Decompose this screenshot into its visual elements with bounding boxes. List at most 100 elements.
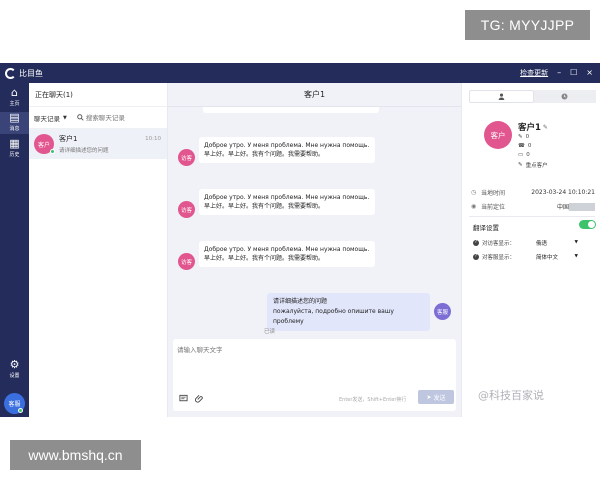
visitor-language-value: 俄语 [536,240,548,247]
message-row: 访客 Доброе утро. У меня проблема. Мне нуж… [178,189,375,218]
message-area[interactable]: 访客 Доброе утро. У меня проблема. Мне нуж… [168,107,461,339]
message-bubble: Доброе утро. У меня проблема. Мне нужна … [199,241,375,267]
location-row: ◉ 当前定位 中国 [471,201,595,212]
read-status: 已读 [264,329,276,335]
profile-line-2: ☎ 0 [518,143,531,149]
message-translation: 早上好。早上好。我有个问题。我需要帮助。 [204,151,325,158]
send-button-label: 发送 [433,394,446,402]
conversation-list: 正在聊天(1) 聊天记录 ▼ 客户 客户1 请详细描述您的问题 10:10 [29,83,168,417]
quick-reply-icon[interactable] [179,394,188,405]
online-status-dot [18,408,23,413]
nav-home[interactable]: ⌂ 主页 [0,87,29,109]
active-chats-header: 正在聊天(1) [29,83,167,107]
chat-panel: 客户1 访客 Доброе утро. У меня проблема. Мне… [168,83,461,417]
help-icon: ? [473,239,479,246]
chat-history-label: 聊天记录 [34,114,60,123]
clock-icon: ◷ [471,189,477,196]
send-button[interactable]: ➤ 发送 [418,390,454,404]
tab-profile[interactable] [469,90,534,103]
message-translation: 早上好。早上好。我有个问题。我需要帮助。 [204,255,325,262]
message-translation: 早上好。早上好。我有个问题。我需要帮助。 [204,203,325,210]
vip-icon: ✎ [518,162,523,168]
conversation-time: 10:10 [145,136,161,142]
local-time-value: 2023-03-24 10:10:21 [531,189,595,196]
close-button[interactable]: × [586,69,593,77]
attachment-icon[interactable] [195,394,204,405]
profile-line-4: ✎ 重点客户 [518,161,548,169]
message-original: Доброе утро. У меня проблема. Мне нужна … [204,194,370,201]
customer-avatar-large: 客户 [484,121,512,149]
logo-icon [5,67,16,79]
app-window: 比目鱼 检查更新 – ☐ × ⌂ 主页 ▤ 消息 ▦ 历史 ⚙ 设置 客服 正在… [0,63,600,417]
customer-info-panel: 客户 客户1 ✎ ✎ 0 ☎ 0 ▭ 0 ✎ 重点客户 ◷ 当地时间 2023-03-2… [461,83,600,417]
agent-language-select[interactable]: 简体中文 ▼ [533,251,581,262]
message-input[interactable] [177,344,452,384]
customer-avatar: 客户 [34,134,55,154]
nav-history-label: 历史 [9,152,20,158]
caret-down-icon: ▼ [63,114,67,121]
conversation-preview: 请详细描述您的问题 [59,148,109,154]
nav-messages[interactable]: ▤ 消息 [0,112,29,134]
search-input[interactable] [85,113,146,122]
watermark-bottom: www.bmshq.cn [10,440,141,470]
maximize-button[interactable]: ☐ [570,69,577,77]
nav-settings[interactable]: ⚙ 设置 [0,359,29,381]
online-status-dot [50,149,55,154]
chat-icon: ▭ [518,152,524,158]
nav-history[interactable]: ▦ 历史 [0,138,29,160]
caret-down-icon: ▼ [574,240,578,245]
message-composer: Enter发送，Shift+Enter换行 ➤ 发送 [173,339,456,411]
edit-icon[interactable]: ✎ [543,124,548,131]
chat-history-dropdown[interactable]: 聊天记录 ▼ [34,113,67,123]
profile-line-1-value: 0 [525,134,530,140]
local-time-label: 当地时间 [481,190,506,197]
info-tabs [469,90,596,103]
profile-line-2-value: 0 [527,143,532,149]
agent-message-translation: пожалуйста, подробно опишите вашу пробле… [273,308,394,325]
message-bubble: Доброе утро. У меня проблема. Мне нужна … [199,137,375,163]
caret-down-icon: ▼ [574,254,578,259]
message-row: 访客 Доброе утро. У меня проблема. Мне нуж… [178,241,375,270]
watermark-top: TG: MYYJJPP [465,10,590,40]
send-hint: Enter发送，Shift+Enter换行 [339,397,407,403]
minimize-button[interactable]: – [557,69,561,77]
toggle-knob [588,221,595,228]
message-original: Доброе утро. У меня проблема. Мне нужна … [204,142,370,149]
message-icon: ▤ [9,111,20,124]
translation-settings-title: 翻译设置 [473,224,499,232]
conversation-item[interactable]: 客户 客户1 请详细描述您的问题 10:10 [29,129,167,159]
check-update-link[interactable]: 检查更新 [520,68,548,78]
visitor-avatar: 访客 [178,253,195,270]
divider [469,216,595,217]
settings-icon: ⚙ [9,358,20,371]
customer-name: 客户1 ✎ [518,121,548,133]
visitor-language-row: ? 对访客显示： 俄语 ▼ [473,237,595,248]
help-icon: ? [473,253,479,260]
message-original: Доброе утро. У меня проблема. Мне нужна … [204,246,370,253]
message-bubble-partial [203,107,379,113]
tab-history[interactable] [533,90,596,103]
watermark-brand: @科技百家说 [478,389,544,402]
local-time-row: ◷ 当地时间 2023-03-24 10:10:21 [471,187,595,198]
tag-icon: ✎ [518,134,523,140]
nav-messages-label: 消息 [9,126,20,132]
nav-home-label: 主页 [9,101,20,107]
location-label: 当前定位 [481,204,506,211]
user-icon [498,93,505,100]
message-bubble: Доброе утро. У меня проблема. Мне нужна … [199,189,375,215]
profile-line-4-value: 重点客户 [525,163,548,169]
visitor-avatar: 访客 [178,149,195,166]
agent-avatar: 客服 [434,303,451,320]
agent-language-label: 对客服显示： [482,254,516,261]
agent-language-row: ? 对客服显示： 简体中文 ▼ [473,251,595,262]
location-value-text: 中国 [556,203,569,211]
location-value: 中国 [557,202,595,212]
translation-toggle[interactable] [579,220,596,229]
redacted-block [569,203,595,212]
customer-profile: 客户 客户1 ✎ ✎ 0 ☎ 0 ▭ 0 ✎ 重点客户 [484,121,596,181]
location-pin-icon: ◉ [471,203,477,210]
visitor-language-select[interactable]: 俄语 ▼ [533,237,581,248]
search-icon [77,114,84,121]
nav-settings-label: 设置 [9,373,20,379]
chat-title: 客户1 [168,83,461,107]
